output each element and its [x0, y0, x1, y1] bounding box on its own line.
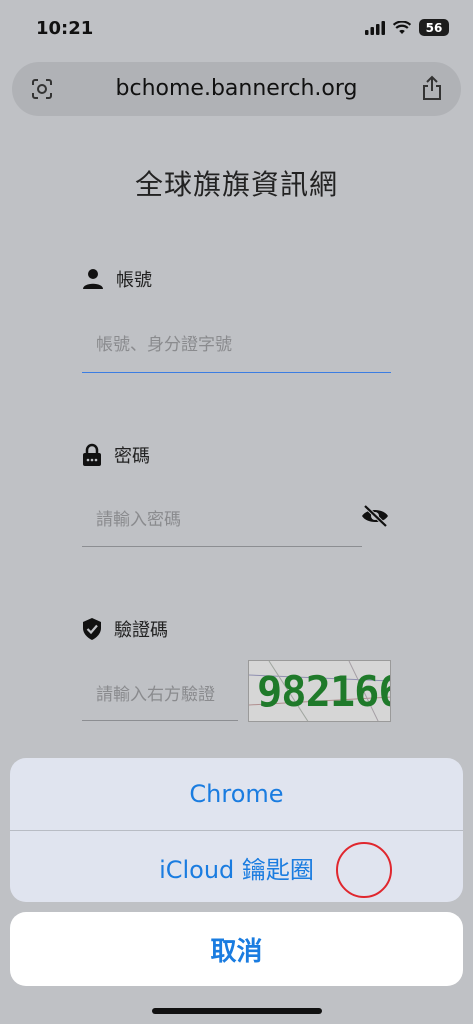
captcha-label: 驗證碼 [82, 616, 168, 642]
url-text[interactable]: bchome.bannerch.org [12, 76, 461, 101]
person-icon [83, 269, 103, 289]
signal-icon [365, 20, 385, 35]
captcha-underline [82, 720, 238, 721]
password-autofill-sheet: Chrome iCloud 鑰匙圈 [10, 758, 463, 902]
captcha-input[interactable]: 請輸入右方驗證 [82, 680, 238, 705]
battery-icon: 56 [419, 19, 449, 36]
captcha-label-text: 驗證碼 [114, 620, 168, 641]
wifi-icon [393, 20, 411, 34]
password-label-text: 密碼 [114, 446, 150, 467]
eye-off-icon[interactable] [360, 504, 390, 528]
status-bar: 10:21 56 [0, 0, 473, 58]
page-title: 全球旗旗資訊網 [134, 168, 338, 201]
password-label: 密碼 [82, 442, 150, 468]
annotation-circle [336, 842, 392, 898]
lock-icon [83, 443, 101, 466]
shield-icon [83, 618, 101, 640]
password-underline [82, 546, 362, 547]
account-input[interactable]: 帳號、身分證字號 [82, 330, 391, 355]
status-icons: 56 [365, 19, 449, 36]
password-input[interactable]: 請輸入密碼 [82, 505, 362, 530]
account-label: 帳號 [82, 266, 152, 292]
account-underline [82, 372, 391, 373]
home-indicator[interactable] [152, 1008, 322, 1014]
captcha-image[interactable]: 982166 [248, 660, 391, 722]
captcha-code: 982166 [257, 667, 391, 716]
cancel-button[interactable]: 取消 [10, 912, 463, 986]
status-time: 10:21 [36, 18, 94, 39]
account-label-text: 帳號 [116, 270, 152, 291]
sheet-option-chrome[interactable]: Chrome [10, 758, 463, 830]
address-bar[interactable]: bchome.bannerch.org [12, 62, 461, 116]
sheet-option-icloud-keychain[interactable]: iCloud 鑰匙圈 [10, 831, 463, 902]
share-icon[interactable] [421, 75, 443, 101]
